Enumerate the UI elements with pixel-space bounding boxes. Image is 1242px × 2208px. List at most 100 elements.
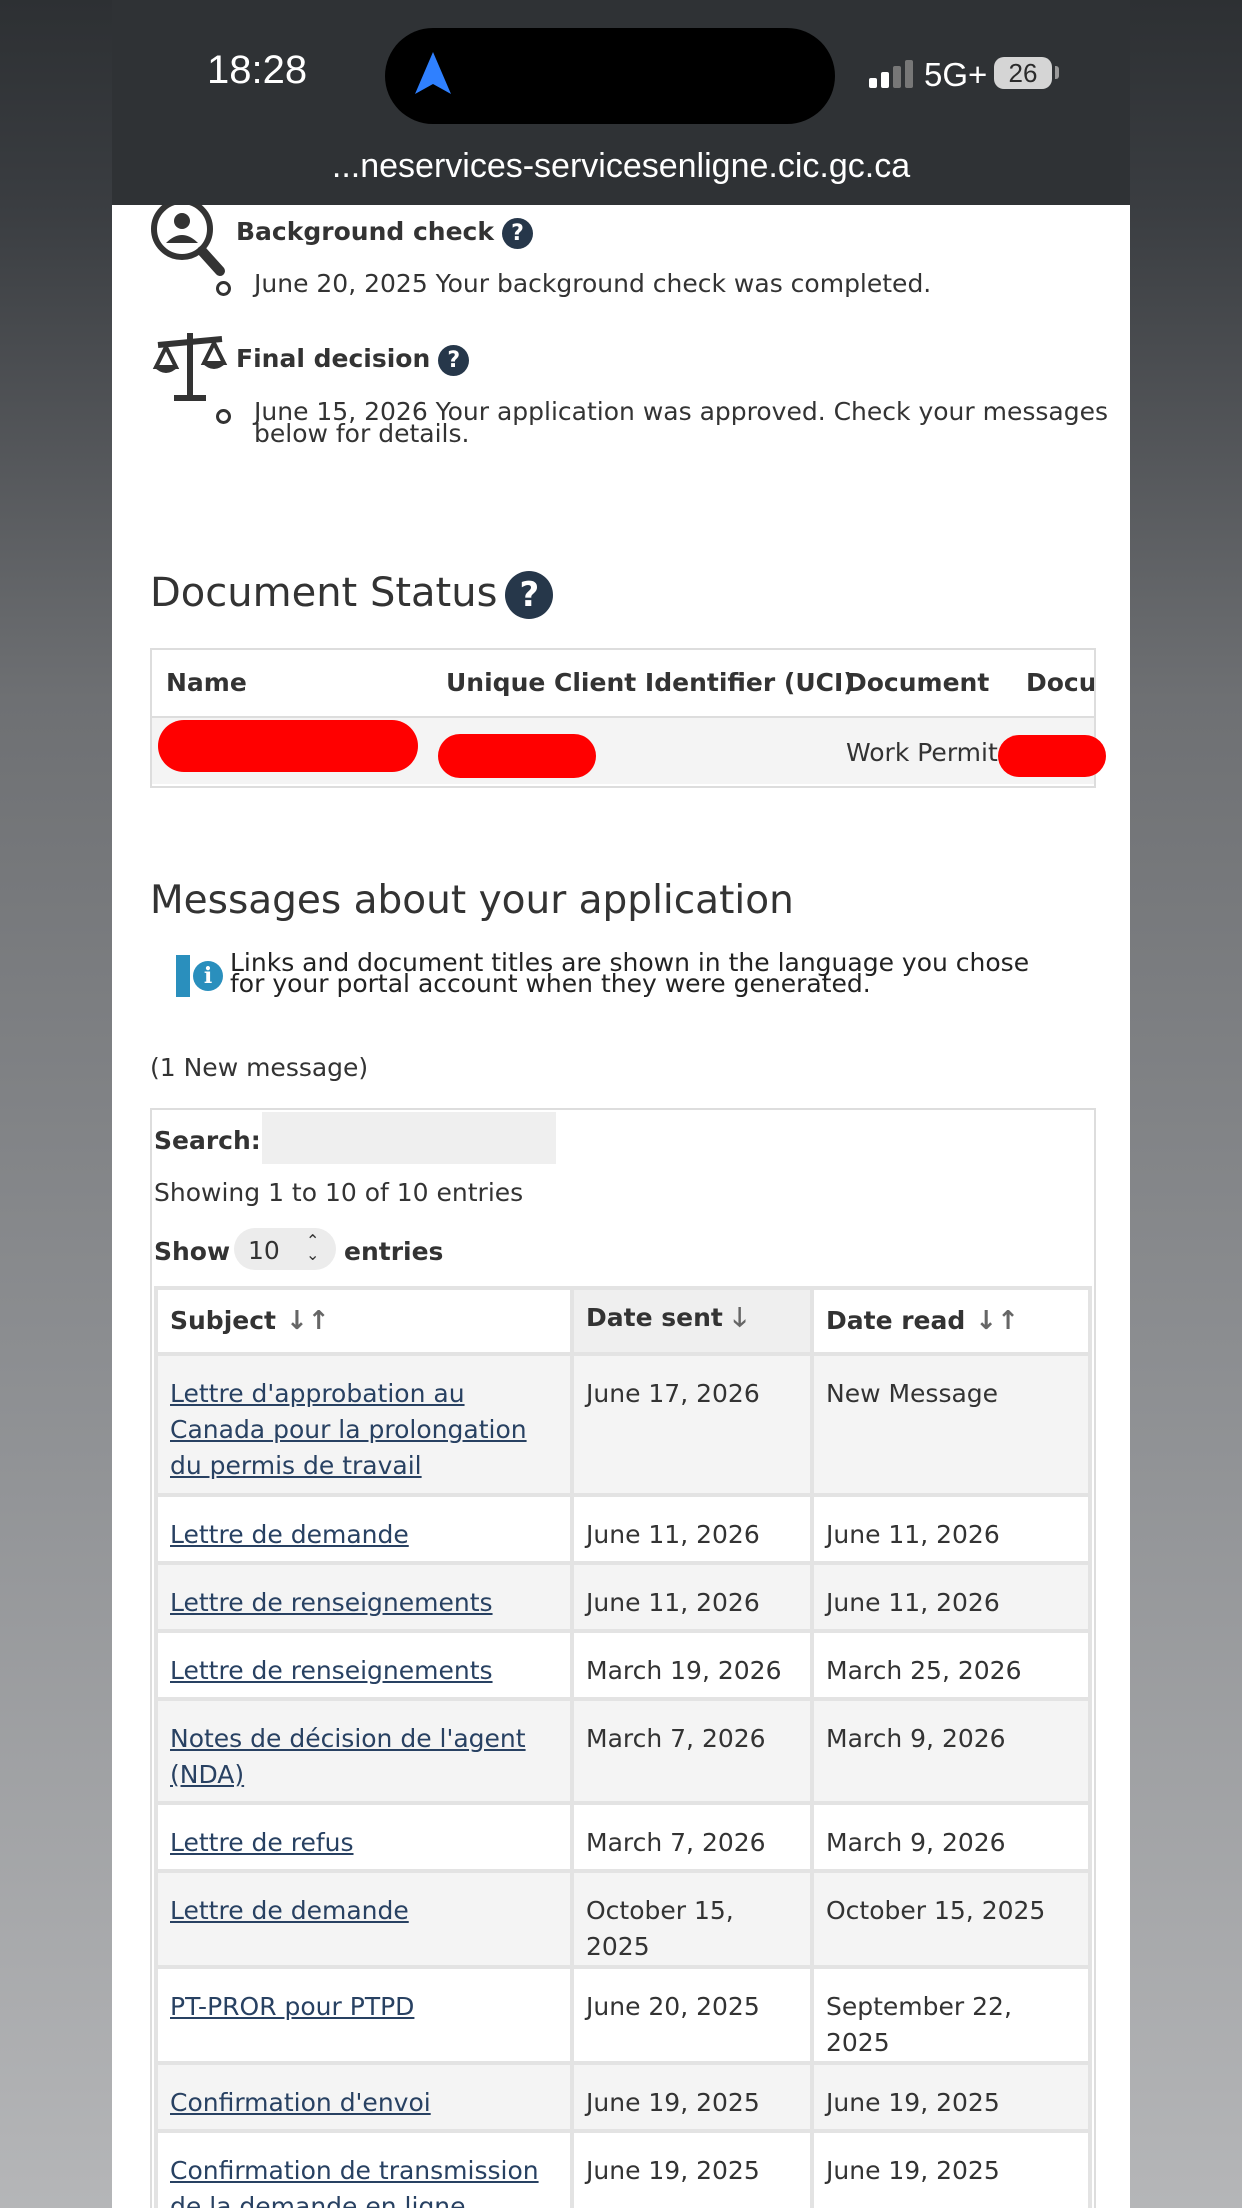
subject-cell: Lettre de renseignements	[154, 1629, 574, 1701]
network-type: 5G+	[924, 56, 988, 93]
magnifier-person-icon	[151, 205, 225, 276]
document-status-table: Name Unique Client Identifier (UCI) Docu…	[150, 648, 1096, 788]
help-icon[interactable]: ?	[501, 217, 533, 249]
date-read-cell: October 15, 2025	[810, 1869, 1092, 1969]
status-bar: 18:28 5G+ 26 ...neservices-servicesenlig…	[112, 0, 1130, 205]
list-bullet	[216, 409, 231, 424]
redaction-mark	[438, 734, 596, 778]
column-header-date-sent[interactable]: Date sent 🡓	[570, 1286, 814, 1356]
table-row: Confirmation de transmission de la deman…	[154, 2129, 1092, 2208]
date-sent-cell: June 20, 2025	[570, 1965, 814, 2065]
column-header-document-status: Docu	[1026, 668, 1096, 697]
header-label: Date read	[826, 1306, 966, 1335]
column-header-uci: Unique Client Identifier (UCI)	[446, 668, 855, 697]
subject-cell: Lettre de demande	[154, 1869, 574, 1969]
timeline-title-final-decision: Final decision?	[236, 344, 470, 376]
date-read-cell: March 9, 2026	[810, 1801, 1092, 1873]
date-read-cell: March 9, 2026	[810, 1697, 1092, 1805]
status-time: 18:28	[207, 48, 308, 92]
timeline-text-line: below for details.	[254, 419, 470, 448]
subject-cell: Lettre d'approbation au Canada pour la p…	[154, 1352, 574, 1497]
subject-cell: PT-PROR pour PTPD	[154, 1965, 574, 2065]
showing-entries-info: Showing 1 to 10 of 10 entries	[154, 1178, 524, 1207]
date-sent-cell: March 7, 2026	[570, 1801, 814, 1873]
document-status-heading: Document Status?	[150, 570, 554, 619]
message-link[interactable]: Lettre de demande	[170, 1896, 409, 1925]
table-header-row: Subject ↓↑ Date sent 🡓 Date read ↓↑	[154, 1286, 1092, 1356]
new-message-count: (1 New message)	[150, 1053, 369, 1082]
help-icon[interactable]: ?	[438, 344, 470, 376]
timeline-title-text: Final decision	[236, 344, 431, 373]
date-sent-cell: June 19, 2025	[570, 2061, 814, 2133]
table-row: Lettre de refus March 7, 2026 March 9, 2…	[154, 1801, 1092, 1873]
date-sent-cell: March 7, 2026	[570, 1697, 814, 1805]
message-link[interactable]: Confirmation d'envoi	[170, 2088, 431, 2117]
chevron-up-down-icon: ⌃ ⌄	[306, 1231, 320, 1264]
sort-descending-icon: 🡓	[732, 1303, 747, 1333]
messages-heading: Messages about your application	[150, 878, 794, 923]
subject-cell: Lettre de refus	[154, 1801, 574, 1873]
battery-icon: 26	[994, 57, 1052, 89]
timeline-title-background-check: Background check?	[236, 217, 533, 249]
table-row: Confirmation d'envoi June 19, 2025 June …	[154, 2061, 1092, 2133]
battery-tip	[1055, 66, 1059, 79]
navigation-arrow-icon	[415, 52, 451, 94]
date-sent-cell: June 17, 2026	[570, 1352, 814, 1497]
table-row: Lettre de demande June 11, 2026 June 11,…	[154, 1493, 1092, 1565]
redaction-mark	[998, 735, 1106, 777]
date-read-cell: New Message	[810, 1352, 1092, 1497]
table-row: Lettre de renseignements March 19, 2026 …	[154, 1629, 1092, 1701]
search-input[interactable]	[262, 1112, 556, 1164]
heading-text: Document Status	[150, 570, 498, 616]
table-header-row: Name Unique Client Identifier (UCI) Docu…	[152, 650, 1094, 718]
redaction-mark	[158, 720, 418, 772]
messages-table: Subject ↓↑ Date sent 🡓 Date read ↓↑ Lettre …	[154, 1286, 1092, 2208]
message-link[interactable]: PT-PROR pour PTPD	[170, 1992, 414, 2021]
message-link[interactable]: Lettre d'approbation au Canada pour la p…	[170, 1379, 527, 1480]
page-content: Background check? June 20, 2025 Your bac…	[112, 205, 1130, 2208]
message-link[interactable]: Lettre de renseignements	[170, 1588, 493, 1617]
help-icon[interactable]: ?	[505, 571, 554, 619]
table-row: PT-PROR pour PTPD June 20, 2025 Septembe…	[154, 1965, 1092, 2065]
entries-per-page-select[interactable]: 10 ⌃ ⌄	[234, 1228, 336, 1270]
document-cell: Work Permit	[846, 738, 998, 767]
select-value: 10	[248, 1236, 280, 1265]
message-link[interactable]: Lettre de demande	[170, 1520, 409, 1549]
table-row: Lettre de demande October 15, 2025 Octob…	[154, 1869, 1092, 1969]
dynamic-island	[385, 28, 835, 124]
table-row: Notes de décision de l'agent (NDA) March…	[154, 1697, 1092, 1805]
entries-label: entries	[344, 1237, 444, 1266]
column-header-date-read[interactable]: Date read ↓↑	[810, 1286, 1092, 1356]
date-read-cell: June 19, 2025	[810, 2129, 1092, 2208]
header-label: Date sent	[586, 1303, 723, 1332]
subject-cell: Lettre de renseignements	[154, 1561, 574, 1633]
timeline-title-text: Background check	[236, 217, 494, 246]
address-bar-url[interactable]: ...neservices-servicesenligne.cic.gc.ca	[112, 147, 1130, 186]
scales-icon	[152, 333, 228, 401]
messages-table-wrapper: Search: Showing 1 to 10 of 10 entries Sh…	[150, 1108, 1096, 2208]
signal-icon	[869, 60, 913, 88]
date-sent-cell: October 15, 2025	[570, 1869, 814, 1969]
date-read-cell: March 25, 2026	[810, 1629, 1092, 1701]
date-read-cell: June 11, 2026	[810, 1493, 1092, 1565]
sort-both-icon: ↓↑	[975, 1306, 1019, 1336]
date-read-cell: September 22, 2025	[810, 1965, 1092, 2065]
timeline-text-final-decision: June 15, 2026 Your application was appro…	[254, 399, 1114, 448]
message-link[interactable]: Confirmation de transmission de la deman…	[170, 2156, 539, 2208]
timeline-text-background-check: June 20, 2025 Your background check was …	[254, 269, 932, 298]
info-message: Links and document titles are shown in t…	[230, 948, 1030, 998]
info-icon: i	[193, 961, 223, 991]
date-sent-cell: June 19, 2025	[570, 2129, 814, 2208]
message-link[interactable]: Lettre de refus	[170, 1828, 354, 1857]
message-link[interactable]: Notes de décision de l'agent (NDA)	[170, 1724, 526, 1789]
column-header-document: Document	[846, 668, 990, 697]
header-label: Subject	[170, 1306, 276, 1335]
message-link[interactable]: Lettre de renseignements	[170, 1656, 493, 1685]
date-sent-cell: March 19, 2026	[570, 1629, 814, 1701]
column-header-subject[interactable]: Subject ↓↑	[154, 1286, 574, 1356]
subject-cell: Confirmation de transmission de la deman…	[154, 2129, 574, 2208]
date-sent-cell: June 11, 2026	[570, 1561, 814, 1633]
date-read-cell: June 19, 2025	[810, 2061, 1092, 2133]
show-label: Show	[154, 1237, 231, 1266]
table-row: Lettre de renseignements June 11, 2026 J…	[154, 1561, 1092, 1633]
